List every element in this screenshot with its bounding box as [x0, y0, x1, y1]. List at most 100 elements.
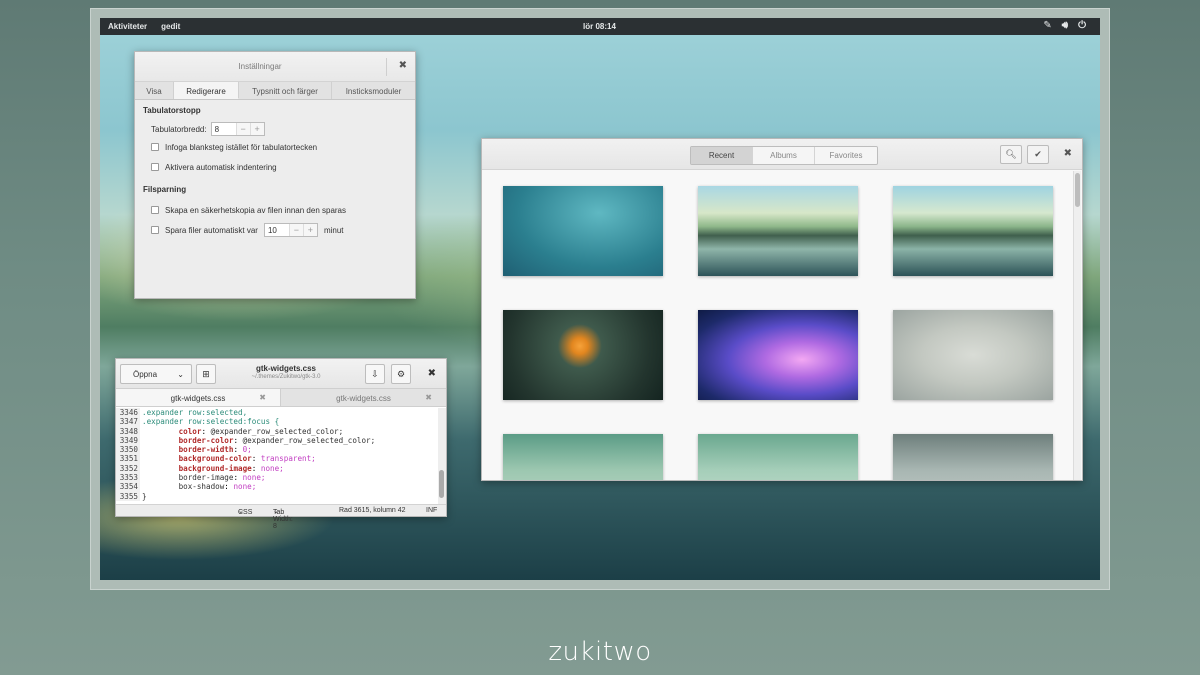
css-property: background-image — [178, 463, 252, 473]
line-number: 3352 — [116, 463, 140, 474]
css-value: 0; — [242, 445, 252, 455]
photo-grid — [482, 171, 1072, 480]
photo-thumbnail[interactable] — [893, 434, 1053, 480]
editor-scrollbar[interactable] — [438, 408, 446, 505]
css-value: @expander_row_selected_color; — [210, 426, 344, 436]
tab-width-spinner[interactable]: 8 − + — [210, 122, 265, 136]
autosave-value[interactable]: 10 — [265, 224, 289, 236]
minus-icon[interactable]: − — [235, 123, 250, 135]
line-number: 3349 — [116, 435, 140, 446]
save-icon[interactable]: ⇩ — [365, 364, 385, 384]
autosave-checkbox[interactable] — [151, 226, 159, 234]
photo-thumbnail[interactable] — [503, 310, 663, 400]
code-editor[interactable]: 3346 .expander row:selected, 3347 .expande… — [116, 408, 438, 505]
code-line: 3346 .expander row:selected, — [116, 408, 438, 418]
photos-scrollbar[interactable] — [1073, 171, 1081, 480]
preferences-titlebar: Inställningar ✖ — [135, 52, 415, 82]
tab-width-selector[interactable]: Tab Width: 8 ⌄ — [273, 507, 293, 530]
insert-mode: INF — [426, 507, 438, 514]
photo-thumbnail[interactable] — [893, 310, 1053, 400]
cursor-position: Rad 3615, kolumn 42 — [339, 507, 406, 514]
photo-thumbnail[interactable] — [698, 186, 858, 276]
close-icon[interactable]: ✖ — [259, 393, 266, 402]
autosave-label: Spara filer automatiskt var — [165, 225, 258, 235]
app-menu[interactable]: gedit — [161, 22, 180, 31]
close-icon[interactable]: ✖ — [1064, 148, 1072, 159]
language-selector[interactable]: CSS ⌄ — [238, 507, 252, 516]
backup-checkbox[interactable] — [151, 206, 159, 214]
plus-icon[interactable]: + — [249, 123, 264, 135]
tab-visa[interactable]: Visa — [135, 82, 174, 99]
tab-typsnitt[interactable]: Typsnitt och färger — [239, 82, 332, 99]
photo-thumbnail[interactable] — [698, 434, 858, 480]
photo-thumbnail[interactable] — [503, 186, 663, 276]
pen-icon[interactable]: ✎ — [1043, 20, 1051, 31]
document-tab[interactable]: gtk-widgets.css ✖ — [281, 389, 446, 406]
photos-window: Recent Albums Favorites 🔍︎ ✔ ✖ — [481, 138, 1083, 481]
code-line: 3352 background-image: none; — [116, 463, 438, 474]
code-line: 3349 border-color: @expander_row_selecte… — [116, 435, 438, 446]
clock[interactable]: lör 08:14 — [583, 22, 616, 31]
minus-icon[interactable]: − — [288, 224, 303, 236]
tab-recent[interactable]: Recent — [691, 147, 753, 164]
css-property: border-image — [178, 473, 234, 483]
css-property: border-color — [178, 435, 234, 445]
line-number: 3346 — [116, 408, 140, 418]
photo-thumbnail[interactable] — [893, 186, 1053, 276]
gedit-window: Öppna ⌄ ⊞ gtk-widgets.css ~/.themes/Zuki… — [115, 358, 447, 530]
preferences-title: Inställningar — [238, 62, 282, 71]
code-line: 3347 .expander row:selected:focus { — [116, 417, 438, 427]
new-document-icon[interactable]: ⊞ — [196, 364, 216, 384]
brand-caption: zukitwo — [548, 637, 652, 667]
code-text: .expander row:selected, — [142, 408, 248, 417]
gear-icon[interactable]: ⚙ — [391, 364, 411, 384]
document-filename: gtk-widgets.css — [255, 364, 316, 373]
activities-button[interactable]: Aktiviteter — [108, 22, 147, 31]
line-number: 3355 — [116, 491, 140, 501]
view-switcher: Recent Albums Favorites — [690, 146, 878, 165]
file-saving-heading: Filsparning — [143, 185, 187, 194]
auto-indent-checkbox[interactable] — [151, 163, 159, 171]
close-icon[interactable]: ✖ — [425, 393, 432, 402]
tab-redigerare[interactable]: Redigerare — [174, 82, 239, 99]
tab-width-value[interactable]: 8 — [212, 123, 236, 135]
close-icon[interactable]: ✖ — [428, 368, 436, 379]
line-number: 3351 — [116, 454, 140, 464]
volume-icon[interactable]: 🔊︎ — [1062, 20, 1068, 31]
document-tab[interactable]: gtk-widgets.css ✖ — [116, 389, 281, 406]
code-line: 3350 border-width: 0; — [116, 445, 438, 455]
open-button-label: Öppna — [133, 370, 158, 379]
tab-width-label: Tabulatorbredd: — [151, 124, 207, 134]
search-icon[interactable]: 🔍︎ — [1000, 145, 1022, 164]
photo-thumbnail[interactable] — [503, 434, 663, 480]
open-button[interactable]: Öppna ⌄ — [120, 364, 192, 384]
autosave-spinner[interactable]: 10 − + — [263, 223, 318, 237]
tab-stops-heading: Tabulatorstopp — [143, 106, 201, 115]
document-tabs: gtk-widgets.css ✖ gtk-widgets.css ✖ — [116, 389, 446, 407]
css-property: color — [178, 426, 202, 436]
tab-albums[interactable]: Albums — [753, 147, 815, 164]
line-number: 3347 — [116, 417, 140, 427]
css-property: background-color — [178, 454, 252, 464]
status-bar: CSS ⌄ Tab Width: 8 ⌄ Rad 3615, kolumn 42… — [116, 504, 446, 530]
document-tab-label: gtk-widgets.css — [336, 394, 391, 403]
close-icon[interactable]: ✖ — [399, 60, 407, 71]
line-number: 3353 — [116, 473, 140, 483]
code-line: 3348 color: @expander_row_selected_color… — [116, 426, 438, 436]
select-check-icon[interactable]: ✔ — [1027, 145, 1049, 164]
document-title: gtk-widgets.css ~/.themes/Zukitwo/gtk-3.… — [226, 364, 346, 380]
photo-thumbnail[interactable] — [698, 310, 858, 400]
power-icon[interactable]: ⏻ — [1078, 20, 1086, 31]
line-number: 3354 — [116, 482, 140, 492]
css-property: border-width — [178, 445, 234, 455]
top-bar: Aktiviteter gedit lör 08:14 ✎ 🔊︎ ⏻ — [100, 18, 1100, 35]
line-number: 3350 — [116, 445, 140, 455]
code-line: 3355} — [116, 491, 438, 501]
plus-icon[interactable]: + — [302, 224, 317, 236]
tab-favorites[interactable]: Favorites — [815, 147, 877, 164]
tab-insticksmoduler[interactable]: Insticksmoduler — [332, 82, 415, 99]
insert-spaces-checkbox[interactable] — [151, 143, 159, 151]
tab-width-status: Tab Width: 8 — [273, 509, 293, 530]
document-path: ~/.themes/Zukitwo/gtk-3.0 — [251, 374, 321, 380]
code-line: 3353 border-image: none; — [116, 473, 438, 483]
